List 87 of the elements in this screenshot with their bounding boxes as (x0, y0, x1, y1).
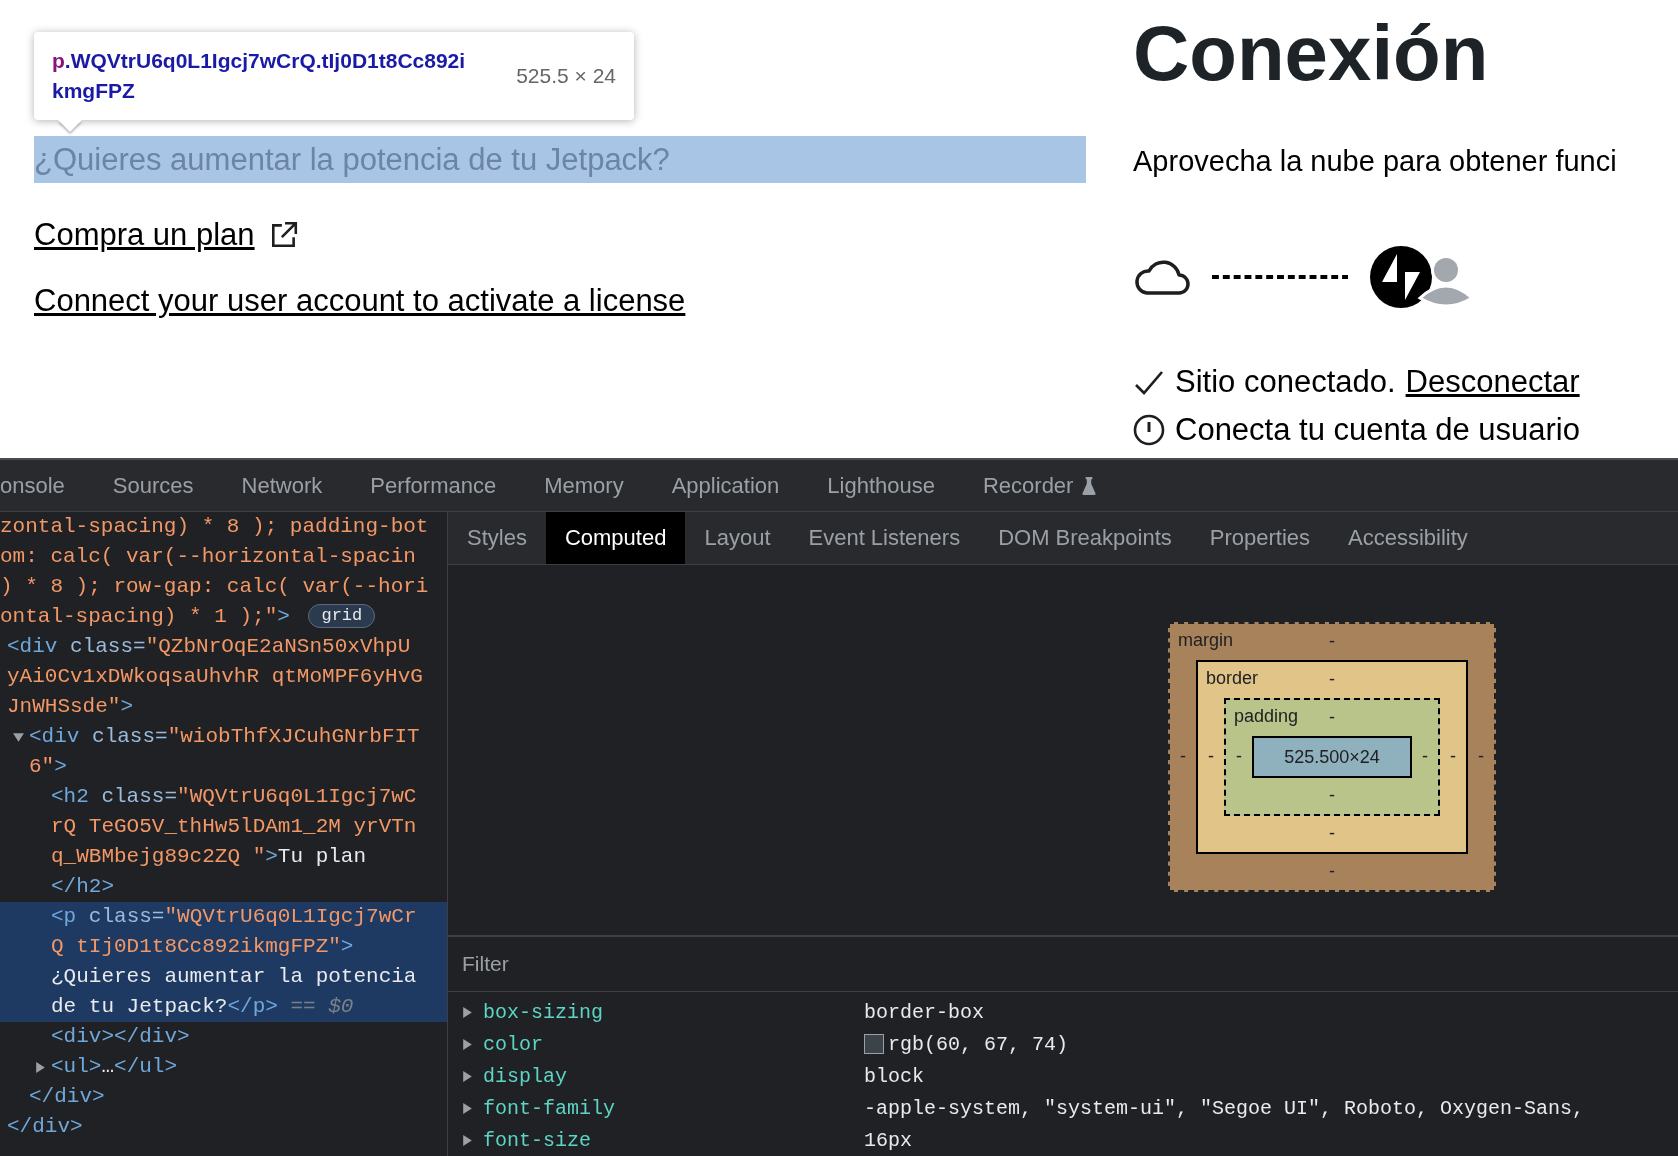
box-value: - (1329, 861, 1335, 883)
expand-icon[interactable] (462, 1133, 473, 1147)
code-line: yAi0Cv1xDWkoqsaUhvhR qtMoMPF6yHvG (7, 665, 423, 688)
box-value: - (1329, 707, 1335, 729)
sidebar-tab[interactable]: Accessibility (1329, 512, 1487, 564)
panel-tab[interactable]: onsole (0, 460, 89, 511)
element-size: 525.5 × 24 (516, 64, 616, 88)
code-line: zontal-spacing) * 8 ); padding-bot (0, 515, 429, 538)
box-value: - (1422, 746, 1428, 768)
code-line: <div class="wiobThfXJCuhGNrbFIT (29, 725, 420, 748)
box-value: - (1478, 746, 1484, 768)
bolt-logo-icon (1370, 246, 1432, 308)
link[interactable]: Compra un plan (34, 217, 255, 253)
content-box: 525.500×24 (1252, 735, 1412, 778)
panel-tab[interactable]: Performance (346, 460, 521, 511)
panel-tab[interactable]: Lighthouse (803, 460, 959, 511)
property-value: rgb(60, 67, 74) (888, 1032, 1069, 1056)
box-label: margin (1178, 629, 1234, 651)
color-swatch[interactable] (864, 1034, 884, 1054)
code-line: </h2> (51, 875, 114, 898)
panel-tab[interactable]: Application (647, 460, 804, 511)
code-line: ¿Quieres aumentar la potencia (51, 965, 417, 988)
code-line: ontal-spacing) * 1 );"> (0, 605, 290, 628)
code-line: <ul>…</ul> (51, 1055, 178, 1078)
link[interactable]: Connect your user account to activate a license (34, 283, 686, 319)
element-selector: p.WQVtrU6q0L1Igcj7wCrQ.tIj0D1t8Cc892ikmgFPZ (52, 48, 467, 104)
box-value: - (1329, 631, 1335, 653)
triangle-icon[interactable] (12, 731, 25, 744)
filter-field[interactable]: Filter (460, 951, 864, 978)
expand-icon[interactable] (462, 1101, 473, 1115)
code-line: rQ TeGO5V_thHw5lDAm1_2M yrVTn (51, 815, 417, 838)
panel-tab[interactable]: Recorder (958, 460, 1122, 511)
expand-icon[interactable] (462, 1037, 473, 1051)
code-line: q_WBMbejg89c2ZQ ">Tu plan (51, 845, 367, 868)
sidebar-tab[interactable]: Properties (1190, 512, 1330, 564)
sidebar-tab[interactable]: Computed (545, 512, 686, 564)
code-line: <h2 class="WQVtrU6q0L1Igcj7wC (51, 785, 417, 808)
code-line: </div> (7, 1115, 83, 1138)
sidebar-tab[interactable]: Styles (448, 512, 546, 564)
property-name: box-sizing (483, 1000, 605, 1024)
code-line: JnWHSsde"> (7, 695, 134, 718)
box-value: - (1329, 823, 1335, 845)
property-value: border-box (864, 1000, 985, 1024)
box-value: - (1329, 785, 1335, 807)
status-text: Sitio conectado. (1175, 364, 1396, 400)
panel-tab[interactable]: Memory (520, 460, 648, 511)
code-line: ) * 8 ); row-gap: calc( var(--hori (0, 575, 429, 598)
box-label: padding (1234, 705, 1299, 727)
sidebar-tab[interactable]: DOM Breakpoints (979, 512, 1191, 564)
disconnect-link[interactable]: Desconectar (1405, 364, 1580, 400)
property-name: font-family (483, 1096, 617, 1120)
section-title: Conexión (1133, 8, 1490, 98)
box-value: - (1208, 746, 1214, 768)
panel-tab[interactable]: Sources (88, 460, 218, 511)
highlighted-paragraph: ¿Quieres aumentar la potencia de tu Jetpack? (34, 136, 1086, 183)
property-value: block (864, 1064, 924, 1088)
triangle-icon[interactable] (34, 1061, 47, 1074)
alert-icon (1133, 414, 1165, 446)
sidebar-tab[interactable]: Event Listeners (789, 512, 980, 564)
code-line: <div></div> (51, 1025, 190, 1048)
status-text: Conecta tu cuenta de usuario (1175, 412, 1580, 448)
panel-tab[interactable]: Network (217, 460, 347, 511)
cloud-icon (1133, 257, 1191, 297)
box-value: - (1329, 669, 1335, 691)
property-name: color (483, 1032, 544, 1056)
grid-badge[interactable]: grid (308, 604, 376, 629)
code-line: om: calc( var(--horizontal-spacin (0, 545, 416, 568)
box-value: - (1180, 746, 1186, 768)
code-line: <p class="WQVtrU6q0L1Igcj7wCr (51, 905, 417, 928)
property-value: -apple-system, "system-ui", "Segoe UI", Roboto, Oxygen-Sans, (864, 1096, 1585, 1120)
code-line: </div> (29, 1085, 105, 1108)
selected-node-highlight[interactable]: <p class="WQVtrU6q0L1Igcj7wCr Q tIj0D1t8Cc892ikmgFPZ"> ¿Quieres aumentar la potencia de tu Jetpack?</p> == $0 (0, 902, 447, 1022)
sidebar-tab[interactable]: Layout (685, 512, 790, 564)
description: Aprovecha la nube para obtener funci (1133, 145, 1618, 178)
box-label: border (1206, 667, 1259, 689)
property-name: font-size (483, 1128, 593, 1152)
code-line: Q tIj0D1t8Cc892ikmgFPZ"> (51, 935, 354, 958)
code-line: de tu Jetpack?</p> == $0 (51, 995, 354, 1018)
box-value: - (1236, 746, 1242, 768)
expand-icon[interactable] (462, 1005, 473, 1019)
property-name: display (483, 1064, 568, 1088)
box-value: - (1450, 746, 1456, 768)
property-value: 16px (864, 1128, 912, 1152)
flask-icon (1081, 475, 1098, 496)
code-line: <div class="QZbNrOqE2aNSn50xVhpU (7, 635, 411, 658)
expand-icon[interactable] (462, 1069, 473, 1083)
code-line: 6"> (29, 755, 67, 778)
